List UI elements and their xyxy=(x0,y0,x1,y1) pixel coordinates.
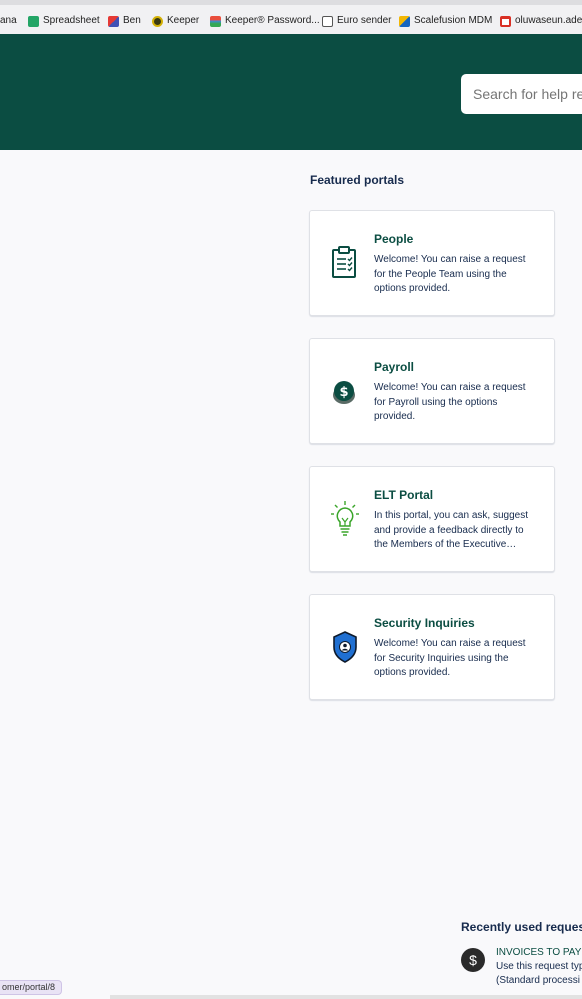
bookmark-scalefusion[interactable]: Scalefusion MDM xyxy=(399,15,492,27)
external-link-icon xyxy=(322,15,333,27)
bookmark-label: ana xyxy=(0,15,17,26)
portal-description: Welcome! You can raise a request for the… xyxy=(374,254,526,294)
portal-description: Welcome! You can raise a request for Pay… xyxy=(374,382,526,422)
portal-card-people[interactable]: People Welcome! You can raise a request … xyxy=(309,210,555,316)
bookmark-spreadsheet[interactable]: Spreadsheet xyxy=(28,15,100,27)
spreadsheet-icon xyxy=(28,15,39,27)
portal-header-banner xyxy=(0,34,582,150)
request-type-name: INVOICES TO PAY xyxy=(496,947,582,958)
horizontal-scrollbar[interactable] xyxy=(110,995,582,999)
bookmark-euro-sender[interactable]: Euro sender xyxy=(322,15,391,27)
bookmark-label: Keeper® Password... xyxy=(225,15,320,26)
bookmark-label: Spreadsheet xyxy=(43,15,100,26)
portal-title: Security Inquiries xyxy=(374,616,475,630)
portal-card-security[interactable]: Security Inquiries Welcome! You can rais… xyxy=(309,594,555,700)
recent-request-item[interactable]: $ INVOICES TO PAY Use this request typ (… xyxy=(461,945,582,991)
bookmark-label: Euro sender xyxy=(337,15,392,26)
svg-text:$: $ xyxy=(339,385,348,400)
bookmark-label: oluwaseun.aded xyxy=(515,15,582,26)
ben-icon xyxy=(108,15,119,27)
lightbulb-icon xyxy=(330,501,360,537)
portal-description: In this portal, you can ask, suggest and… xyxy=(374,510,528,550)
featured-portals-heading: Featured portals xyxy=(310,173,405,187)
bookmark-keeper-password[interactable]: Keeper® Password... xyxy=(210,15,320,27)
request-type-description-continued: (Standard processi xyxy=(496,975,580,986)
shield-icon xyxy=(330,629,360,665)
dollar-icon: $ xyxy=(461,948,485,972)
portal-description: Welcome! You can raise a request for Sec… xyxy=(374,638,526,678)
bookmarks-bar: ana Spreadsheet Ben Keeper Keeper® Passw… xyxy=(0,0,582,34)
clipboard-icon xyxy=(330,245,360,281)
bookmark-label: Keeper xyxy=(167,15,200,26)
bookmark-keeper[interactable]: Keeper xyxy=(152,15,199,27)
scalefusion-icon xyxy=(399,15,410,27)
portal-title: People xyxy=(374,232,414,246)
status-bar-url: omer/portal/8 xyxy=(0,980,63,995)
dollar-coin-icon: $ xyxy=(330,373,360,409)
portal-title: Payroll xyxy=(374,360,415,374)
keeper-password-icon xyxy=(210,15,221,27)
bookmark-ben[interactable]: Ben xyxy=(108,15,141,27)
bookmark-label: Scalefusion MDM xyxy=(414,15,493,26)
bookmark-label: Ben xyxy=(123,15,141,26)
search-input[interactable] xyxy=(461,74,582,114)
portal-card-elt[interactable]: ELT Portal In this portal, you can ask, … xyxy=(309,466,555,572)
bookmark-gmail[interactable]: oluwaseun.aded xyxy=(500,15,582,27)
recently-used-heading: Recently used request xyxy=(461,920,582,934)
portal-card-payroll[interactable]: $ Payroll Welcome! You can raise a reque… xyxy=(309,338,555,444)
gmail-icon xyxy=(500,15,511,27)
keeper-icon xyxy=(152,15,163,27)
request-type-description: Use this request typ xyxy=(496,961,582,972)
bookmark-ana[interactable]: ana xyxy=(0,15,17,27)
portal-title: ELT Portal xyxy=(374,488,434,502)
